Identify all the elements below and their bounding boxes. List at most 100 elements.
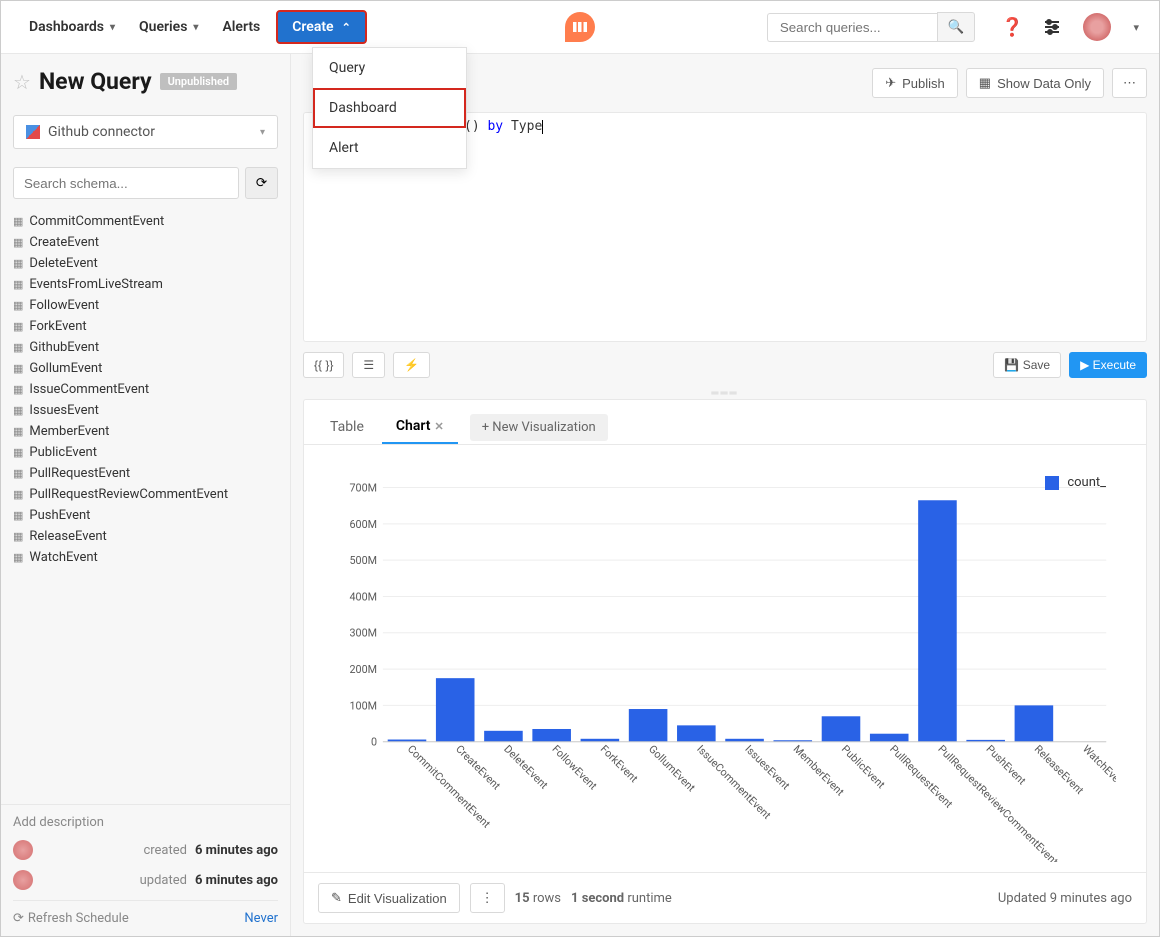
svg-text:CreateEvent: CreateEvent xyxy=(453,742,503,792)
table-item[interactable]: ▦MemberEvent xyxy=(13,421,278,442)
viz-more-button[interactable]: ⋮ xyxy=(470,883,505,913)
updater-avatar xyxy=(13,870,33,890)
table-item[interactable]: ▦ReleaseEvent xyxy=(13,526,278,547)
refresh-icon: ⟳ xyxy=(256,175,267,190)
refresh-schema-button[interactable]: ⟳ xyxy=(245,167,278,199)
table-item[interactable]: ▦PullRequestReviewCommentEvent xyxy=(13,484,278,505)
query-title[interactable]: New Query xyxy=(39,68,152,95)
table-item[interactable]: ▦FollowEvent xyxy=(13,295,278,316)
table-item[interactable]: ▦PublicEvent xyxy=(13,442,278,463)
table-icon: ▦ xyxy=(13,425,23,438)
table-item[interactable]: ▦IssueCommentEvent xyxy=(13,379,278,400)
close-icon[interactable]: ✕ xyxy=(434,420,443,433)
refresh-schedule-value[interactable]: Never xyxy=(244,911,278,926)
table-icon: ▦ xyxy=(13,215,23,228)
datasource-icon xyxy=(26,125,40,139)
datasource-label: Github connector xyxy=(48,124,155,140)
svg-text:GollumEvent: GollumEvent xyxy=(646,742,698,794)
chevron-up-icon: ⌃ xyxy=(342,21,351,34)
table-item[interactable]: ▦DeleteEvent xyxy=(13,253,278,274)
runtime: 1 second runtime xyxy=(571,891,672,906)
topbar: Dashboards▾ Queries▾ Alerts Create⌃ 🔍 ❓ … xyxy=(1,1,1159,54)
add-description[interactable]: Add description xyxy=(13,815,278,830)
nav-queries[interactable]: Queries▾ xyxy=(131,13,206,41)
table-item[interactable]: ▦IssuesEvent xyxy=(13,400,278,421)
publish-icon: ✈ xyxy=(885,75,896,91)
create-dropdown: Query Dashboard Alert xyxy=(312,47,467,169)
create-query-item[interactable]: Query xyxy=(313,48,466,88)
show-data-only-button[interactable]: ▦Show Data Only xyxy=(966,68,1104,98)
schema-search-input[interactable] xyxy=(13,167,239,199)
table-icon: ▦ xyxy=(13,320,23,333)
table-item[interactable]: ▦ForkEvent xyxy=(13,316,278,337)
chevron-down-icon: ▾ xyxy=(193,22,198,33)
autocomplete-button[interactable]: ⚡ xyxy=(393,352,430,378)
edit-visualization-button[interactable]: ✎ Edit Visualization xyxy=(318,883,460,913)
create-alert-item[interactable]: Alert xyxy=(313,128,466,168)
svg-text:500M: 500M xyxy=(349,554,377,567)
save-button[interactable]: 💾 Save xyxy=(993,352,1061,378)
svg-text:FollowEvent: FollowEvent xyxy=(550,742,600,792)
svg-text:200M: 200M xyxy=(349,663,377,676)
datasource-select[interactable]: Github connector ▾ xyxy=(13,115,278,149)
table-icon: ▦ xyxy=(13,362,23,375)
user-avatar[interactable] xyxy=(1083,13,1111,41)
query-params-button[interactable]: {{ }} xyxy=(303,352,344,378)
save-icon: 💾 xyxy=(1004,358,1019,372)
chevron-down-icon[interactable]: ▾ xyxy=(1133,21,1139,34)
table-icon: ▦ xyxy=(13,257,23,270)
tab-table[interactable]: Table xyxy=(316,411,378,443)
table-icon: ▦ xyxy=(13,488,23,501)
table-icon: ▦ xyxy=(13,404,23,417)
nav-alerts[interactable]: Alerts xyxy=(214,13,268,41)
results-panel: Table Chart✕ + New Visualization count_ … xyxy=(303,399,1147,924)
table-item[interactable]: ▦CommitCommentEvent xyxy=(13,211,278,232)
search-box: 🔍 xyxy=(767,12,976,42)
help-icon[interactable]: ❓ xyxy=(1003,18,1021,36)
svg-text:600M: 600M xyxy=(349,518,377,531)
search-input[interactable] xyxy=(767,13,937,42)
app-logo xyxy=(565,12,595,42)
execute-button[interactable]: ▶ Execute xyxy=(1069,352,1147,378)
create-button[interactable]: Create⌃ xyxy=(276,10,367,44)
nav-dashboards[interactable]: Dashboards▾ xyxy=(21,13,123,41)
sidebar: ☆ New Query Unpublished Github connector… xyxy=(1,54,291,936)
table-icon: ▦ xyxy=(13,236,23,249)
favorite-star-icon[interactable]: ☆ xyxy=(13,70,31,94)
table-icon: ▦ xyxy=(13,551,23,564)
tab-chart[interactable]: Chart✕ xyxy=(382,410,458,444)
create-dashboard-item[interactable]: Dashboard xyxy=(313,88,466,128)
new-visualization-button[interactable]: + New Visualization xyxy=(470,414,608,441)
more-button[interactable]: ⋯ xyxy=(1112,68,1147,98)
search-button[interactable]: 🔍 xyxy=(937,12,976,42)
publish-button[interactable]: ✈Publish xyxy=(872,68,958,98)
settings-icon[interactable] xyxy=(1043,18,1061,36)
table-icon: ▦ xyxy=(13,446,23,459)
table-item[interactable]: ▦WatchEvent xyxy=(13,547,278,568)
chevron-down-icon: ▾ xyxy=(260,127,265,138)
format-icon: ☰ xyxy=(363,358,374,372)
code-line: () by Type xyxy=(464,119,543,134)
lightning-icon: ⚡ xyxy=(404,358,419,372)
svg-text:DeleteEvent: DeleteEvent xyxy=(501,742,551,792)
legend-color-swatch xyxy=(1045,476,1059,490)
table-list: ▦CommitCommentEvent▦CreateEvent▦DeleteEv… xyxy=(1,207,290,804)
created-row: created 6 minutes ago xyxy=(13,840,278,860)
table-item[interactable]: ▦GollumEvent xyxy=(13,358,278,379)
svg-text:CommitCommentEvent: CommitCommentEvent xyxy=(405,742,493,830)
edit-icon: ✎ xyxy=(331,890,342,906)
content-area: ✈Publish ▦Show Data Only ⋯ () by Type {{… xyxy=(291,54,1159,936)
table-icon: ▦ xyxy=(13,509,23,522)
table-item[interactable]: ▦PullRequestEvent xyxy=(13,463,278,484)
table-item[interactable]: ▦PushEvent xyxy=(13,505,278,526)
table-icon: ▦ xyxy=(13,530,23,543)
drag-handle[interactable]: ═══ xyxy=(291,388,1159,399)
format-button[interactable]: ☰ xyxy=(352,352,385,378)
table-item[interactable]: ▦GithubEvent xyxy=(13,337,278,358)
svg-text:700M: 700M xyxy=(349,481,377,494)
table-item[interactable]: ▦CreateEvent xyxy=(13,232,278,253)
chart-legend[interactable]: count_ xyxy=(1045,475,1106,490)
svg-text:ReleaseEvent: ReleaseEvent xyxy=(1032,742,1087,797)
refresh-schedule-label[interactable]: ⟳Refresh Schedule xyxy=(13,911,129,926)
table-item[interactable]: ▦EventsFromLiveStream xyxy=(13,274,278,295)
